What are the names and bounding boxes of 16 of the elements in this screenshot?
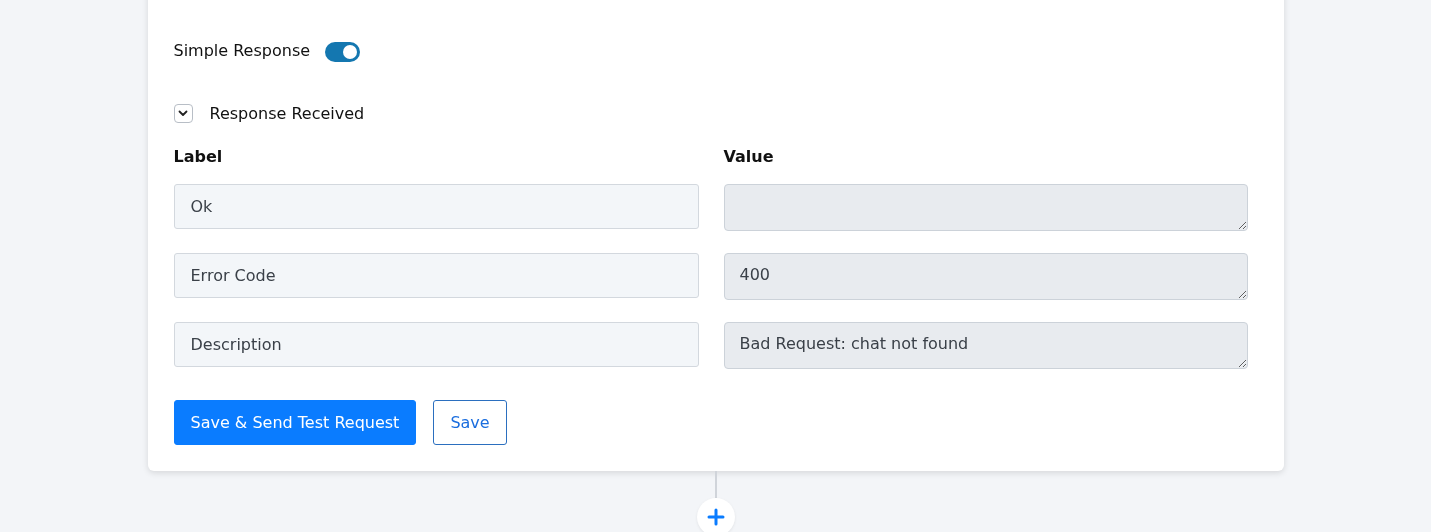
save-button[interactable]: Save — [433, 400, 507, 445]
column-heading: Value — [723, 147, 775, 166]
value-field[interactable]: 400 — [723, 253, 1248, 300]
label-field[interactable]: Ok — [173, 184, 699, 229]
add-step-button[interactable] — [696, 498, 735, 532]
value-field[interactable]: Bad Request: chat not found — [723, 322, 1248, 369]
section-title: Response Received — [209, 103, 365, 123]
toggle-label: Simple Response — [173, 40, 311, 60]
label-field[interactable]: Error Code — [173, 253, 699, 298]
toggle-switch[interactable] — [325, 42, 361, 62]
value-field[interactable] — [723, 184, 1248, 231]
collapse-toggle[interactable] — [173, 103, 193, 123]
column-heading: Label — [173, 147, 224, 166]
plus-icon — [706, 508, 725, 526]
label-field[interactable]: Description — [173, 322, 699, 367]
send-test-button[interactable]: Save & Send Test Request — [173, 400, 417, 445]
